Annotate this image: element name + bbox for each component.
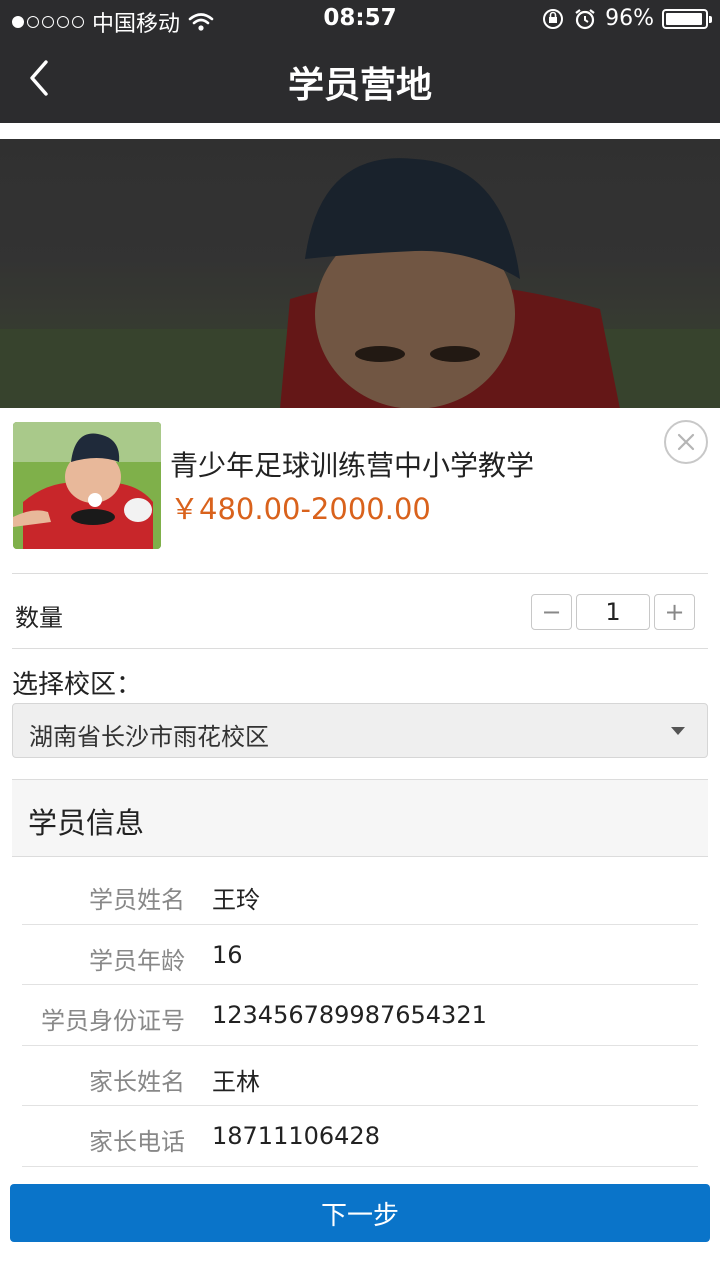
banner-photo: [0, 139, 720, 409]
close-icon: [677, 433, 695, 451]
form-row-student-name: 学员姓名 王玲: [22, 864, 698, 925]
battery-percent: 96%: [605, 6, 654, 31]
purchase-sheet: 青少年足球训练营中小学教学 ￥480.00-2000.00 数量 − 1 + 选…: [0, 408, 720, 1280]
field-label: 学员年龄: [89, 946, 185, 975]
quantity-label: 数量: [15, 604, 63, 632]
app-header: 中国移动 08:57 96% 学员营地: [0, 0, 720, 123]
product-thumbnail: [13, 422, 161, 549]
form-row-student-age: 学员年龄 16: [22, 925, 698, 985]
next-step-button[interactable]: 下一步: [10, 1184, 710, 1242]
rotation-lock-icon: [543, 8, 564, 29]
field-label: 学员姓名: [89, 886, 185, 914]
student-info-list: 学员姓名 王玲 学员年龄 16 学员身份证号 12345678998765432…: [22, 864, 698, 1167]
caret-down-icon: [671, 727, 685, 735]
status-bar: 中国移动 08:57 96%: [0, 0, 720, 40]
student-age-field[interactable]: 16: [212, 941, 243, 969]
field-label: 家长姓名: [89, 1067, 185, 1096]
student-id-field[interactable]: 123456789987654321: [212, 1001, 487, 1029]
quantity-stepper: − 1 +: [531, 594, 695, 630]
nav-bar: 学员营地: [0, 40, 720, 123]
status-right: 96%: [541, 6, 712, 31]
parent-name-field[interactable]: 王林: [212, 1062, 260, 1097]
form-row-parent-name: 家长姓名 王林: [22, 1046, 698, 1106]
form-row-student-id: 学员身份证号 123456789987654321: [22, 985, 698, 1046]
campus-select[interactable]: 湖南省长沙市雨花校区: [12, 703, 708, 758]
product-thumbnail-illustration: [13, 422, 161, 549]
alarm-icon: [575, 8, 595, 29]
student-name-field[interactable]: 王玲: [212, 880, 260, 915]
student-info-header: 学员信息: [12, 779, 708, 857]
parent-phone-field[interactable]: 18711106428: [212, 1122, 380, 1150]
page-title: 学员营地: [287, 65, 432, 106]
close-button[interactable]: [664, 420, 708, 464]
product-title: 青少年足球训练营中小学教学: [170, 449, 535, 482]
divider: [12, 648, 708, 649]
student-info-title: 学员信息: [28, 806, 145, 840]
campus-select-value: 湖南省长沙市雨花校区: [29, 723, 269, 751]
increment-button[interactable]: +: [654, 594, 695, 630]
form-row-parent-phone: 家长电话 18711106428: [22, 1106, 698, 1167]
decrement-button[interactable]: −: [531, 594, 572, 630]
divider: [12, 573, 708, 574]
field-label: 家长电话: [89, 1128, 185, 1156]
battery-icon: [662, 8, 712, 29]
field-label: 学员身份证号: [41, 1007, 185, 1035]
banner-dim-overlay: [0, 139, 720, 409]
campus-label: 选择校区：: [12, 670, 143, 700]
product-price: ￥480.00-2000.00: [170, 492, 431, 526]
quantity-input[interactable]: 1: [576, 594, 650, 630]
battery-fill: [666, 12, 703, 25]
